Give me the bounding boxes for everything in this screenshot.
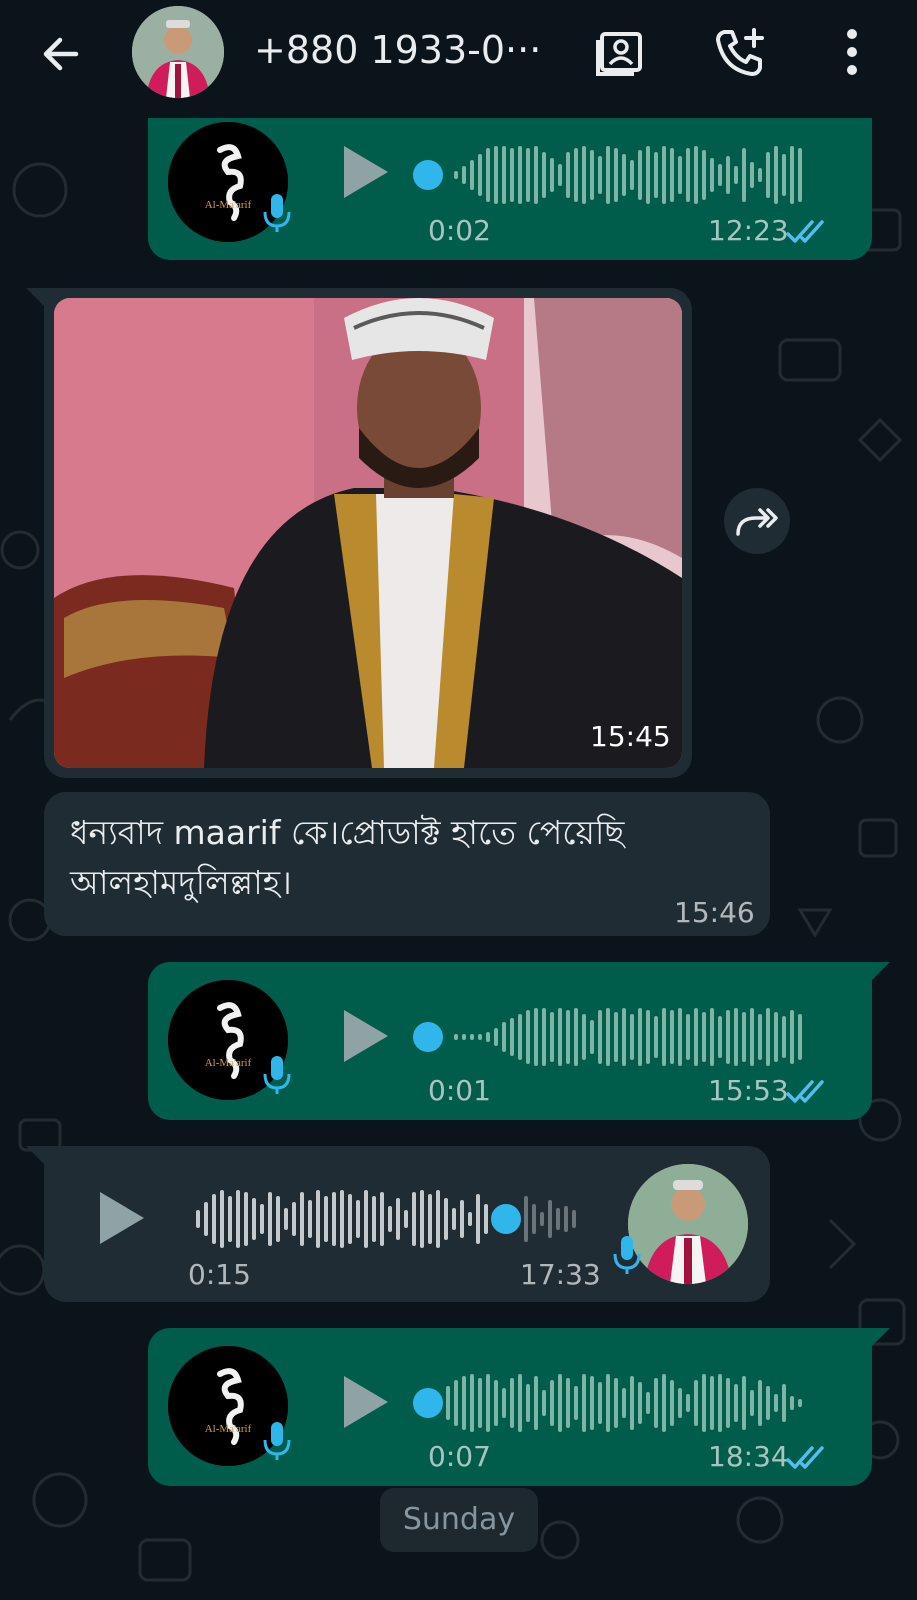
voice-duration: 0:02 <box>428 214 491 247</box>
forward-icon <box>736 508 778 536</box>
message-time: 12:23 <box>708 214 789 247</box>
waveform[interactable] <box>408 1002 828 1072</box>
photo-image[interactable] <box>54 298 682 768</box>
contact-avatar[interactable] <box>132 6 224 98</box>
date-separator: Sunday <box>380 1488 538 1552</box>
add-call-icon[interactable] <box>712 24 768 80</box>
forward-button[interactable] <box>724 488 790 554</box>
brand-text: Al-Ma'arif <box>205 1423 252 1435</box>
message-time: 15:45 <box>590 720 671 753</box>
waveform[interactable] <box>190 1184 650 1254</box>
incoming-text-message[interactable]: ধন্যবাদ maarif কে।প্রোডাক্ট হাতে পেয়েছি… <box>44 792 770 936</box>
play-icon[interactable] <box>340 144 392 200</box>
message-text: ধন্যবাদ maarif কে।প্রোডাক্ট হাতে পেয়েছি… <box>70 813 625 902</box>
mic-icon <box>263 1056 291 1094</box>
back-arrow-icon[interactable] <box>36 28 88 80</box>
voice-duration: 0:15 <box>188 1258 251 1291</box>
message-time: 18:34 <box>708 1440 789 1473</box>
message-time: 17:33 <box>520 1258 601 1291</box>
play-icon[interactable] <box>96 1190 148 1246</box>
message-time: 15:53 <box>708 1074 789 1107</box>
incoming-voice-message[interactable]: 0:15 17:33 <box>26 1146 770 1302</box>
outgoing-voice-message[interactable]: Al-Ma'arif 0:01 15:53 <box>148 962 890 1120</box>
play-icon[interactable] <box>340 1008 392 1064</box>
outgoing-voice-message[interactable]: Al-Ma'arif 0:02 12:23 <box>148 110 872 260</box>
voice-duration: 0:07 <box>428 1440 491 1473</box>
read-receipt-icon <box>786 1446 824 1469</box>
chat-header: +880 1933-0··· <box>0 0 917 118</box>
waveform[interactable] <box>408 140 828 210</box>
play-icon[interactable] <box>340 1374 392 1430</box>
brand-text: Al-Ma'arif <box>205 199 252 211</box>
mic-icon <box>263 1422 291 1460</box>
read-receipt-icon <box>786 1080 824 1103</box>
contact-card-icon[interactable] <box>594 24 650 80</box>
outgoing-voice-message[interactable]: Al-Ma'arif 0:07 18:34 <box>148 1328 890 1486</box>
read-receipt-icon <box>786 220 824 243</box>
waveform[interactable] <box>408 1368 828 1438</box>
sender-avatar <box>628 1164 748 1284</box>
contact-name[interactable]: +880 1933-0··· <box>254 28 541 72</box>
mic-icon <box>613 1236 641 1274</box>
voice-duration: 0:01 <box>428 1074 491 1107</box>
message-time: 15:46 <box>674 896 755 929</box>
mic-icon <box>263 194 291 232</box>
brand-text: Al-Ma'arif <box>205 1057 252 1069</box>
more-options-icon[interactable] <box>824 24 880 80</box>
incoming-image-message[interactable]: 15:45 <box>26 288 692 778</box>
